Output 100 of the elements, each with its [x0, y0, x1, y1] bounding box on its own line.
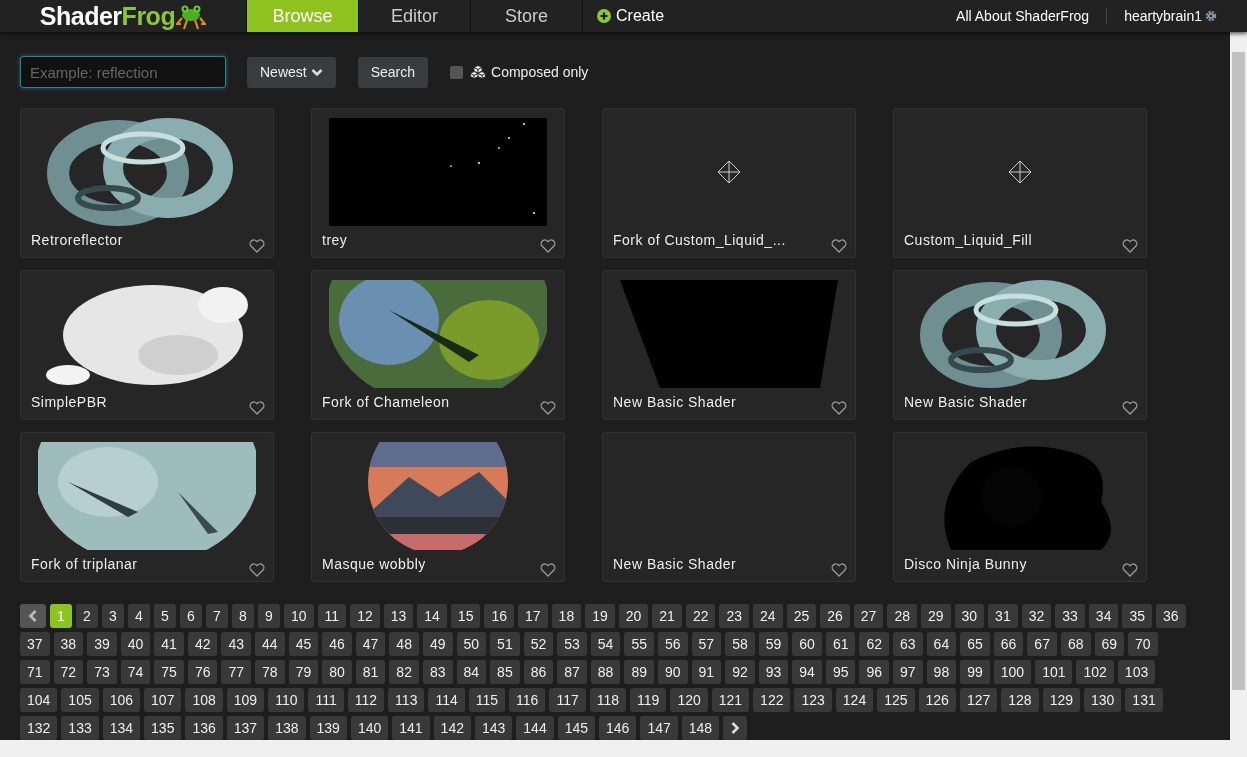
page-button[interactable]: 68 [1060, 632, 1091, 656]
heart-icon[interactable] [249, 239, 265, 253]
page-button[interactable]: 107 [144, 688, 182, 712]
create-link[interactable]: Create [582, 0, 679, 32]
shader-card[interactable]: Masque wobbly [311, 432, 565, 582]
page-button[interactable]: 37 [20, 632, 50, 656]
page-button[interactable]: 38 [53, 632, 84, 656]
page-button[interactable]: 85 [490, 660, 520, 684]
page-button[interactable]: 55 [624, 632, 654, 656]
page-button[interactable]: 42 [187, 632, 218, 656]
next-page-button[interactable] [723, 716, 748, 740]
page-button[interactable]: 11 [317, 604, 347, 628]
shader-card[interactable]: Custom_Liquid_Fill [893, 108, 1147, 258]
checkbox[interactable] [450, 65, 464, 79]
page-button[interactable]: 125 [877, 688, 915, 712]
page-button[interactable]: 84 [456, 660, 487, 684]
page-button[interactable]: 123 [794, 688, 832, 712]
page-button[interactable]: 17 [518, 604, 548, 628]
page-button[interactable]: 64 [926, 632, 957, 656]
page-button[interactable]: 132 [20, 716, 58, 740]
page-button[interactable]: 34 [1088, 604, 1119, 628]
page-button[interactable]: 117 [549, 688, 586, 712]
shader-card[interactable]: SimplePBR [20, 270, 274, 420]
shader-card[interactable]: Retroreflector [20, 108, 274, 258]
page-button[interactable]: 128 [1001, 688, 1039, 712]
page-button[interactable]: 148 [681, 716, 720, 740]
page-button[interactable]: 44 [255, 632, 285, 656]
page-button[interactable]: 36 [1156, 604, 1186, 628]
page-button[interactable]: 96 [859, 660, 890, 684]
page-button[interactable]: 113 [388, 688, 425, 712]
nav-tab[interactable]: Store [470, 0, 582, 32]
header-link[interactable]: All About ShaderFrog [956, 8, 1090, 24]
page-button[interactable]: 127 [959, 688, 998, 712]
page-button[interactable]: 112 [347, 688, 385, 712]
page-button[interactable]: 104 [20, 688, 58, 712]
page-button[interactable]: 145 [557, 716, 596, 740]
nav-tab[interactable]: Editor [358, 0, 470, 32]
page-button[interactable]: 108 [185, 688, 223, 712]
page-button[interactable]: 78 [255, 660, 285, 684]
page-button[interactable]: 124 [835, 688, 874, 712]
page-button[interactable]: 63 [893, 632, 923, 656]
page-button[interactable]: 20 [618, 604, 649, 628]
heart-icon[interactable] [831, 563, 847, 577]
page-button[interactable]: 27 [853, 604, 884, 628]
page-button[interactable]: 101 [1035, 660, 1073, 684]
heart-icon[interactable] [540, 563, 556, 577]
page-button[interactable]: 21 [652, 604, 682, 628]
page-button[interactable]: 70 [1128, 632, 1158, 656]
page-button[interactable]: 12 [350, 604, 380, 628]
previous-page-button[interactable] [20, 604, 46, 628]
page-button[interactable]: 139 [309, 716, 347, 740]
page-button[interactable]: 141 [392, 716, 430, 740]
heart-icon[interactable] [1122, 401, 1138, 415]
page-button[interactable]: 83 [422, 660, 453, 684]
page-button[interactable]: 103 [1117, 660, 1156, 684]
page-button[interactable]: 2 [76, 604, 98, 628]
page-button[interactable]: 8 [232, 604, 254, 628]
page-button[interactable]: 140 [350, 716, 389, 740]
page-button[interactable]: 144 [516, 716, 554, 740]
page-button[interactable]: 22 [685, 604, 716, 628]
page-button[interactable]: 14 [417, 604, 447, 628]
page-button[interactable]: 54 [590, 632, 621, 656]
page-button[interactable]: 40 [120, 632, 151, 656]
page-button[interactable]: 111 [308, 688, 344, 712]
shader-card[interactable]: New Basic Shader [893, 270, 1147, 420]
logo-text[interactable]: ShaderFrog [39, 1, 176, 31]
page-button[interactable]: 32 [1021, 604, 1052, 628]
heart-icon[interactable] [831, 239, 847, 253]
page-button[interactable]: 82 [389, 660, 419, 684]
page-button[interactable]: 105 [61, 688, 99, 712]
page-button[interactable]: 26 [820, 604, 850, 628]
page-button[interactable]: 110 [268, 688, 305, 712]
page-button[interactable]: 47 [355, 632, 386, 656]
page-button[interactable]: 146 [599, 716, 637, 740]
page-button[interactable]: 60 [792, 632, 822, 656]
page-button[interactable]: 88 [590, 660, 621, 684]
page-button[interactable]: 65 [960, 632, 990, 656]
page-button[interactable]: 74 [120, 660, 151, 684]
page-button[interactable]: 59 [758, 632, 789, 656]
sort-dropdown[interactable]: Newest [247, 56, 336, 88]
page-button[interactable]: 133 [61, 716, 99, 740]
page-button[interactable]: 48 [389, 632, 419, 656]
page-button[interactable]: 58 [725, 632, 755, 656]
page-button[interactable]: 138 [268, 716, 306, 740]
user-menu[interactable]: heartybrain1 [1124, 8, 1217, 24]
page-button[interactable]: 131 [1125, 688, 1163, 712]
page-button[interactable]: 50 [456, 632, 487, 656]
page-button[interactable]: 116 [509, 688, 546, 712]
page-button[interactable]: 53 [557, 632, 587, 656]
page-button[interactable]: 29 [920, 604, 951, 628]
page-button[interactable]: 16 [484, 604, 514, 628]
page-button[interactable]: 147 [640, 716, 678, 740]
page-button[interactable]: 109 [226, 688, 265, 712]
page-button[interactable]: 6 [180, 604, 202, 628]
page-button[interactable]: 5 [154, 604, 176, 628]
page-button[interactable]: 15 [450, 604, 481, 628]
page-button[interactable]: 100 [993, 660, 1032, 684]
page-button[interactable]: 51 [490, 632, 520, 656]
page-button[interactable]: 41 [154, 632, 184, 656]
page-button[interactable]: 75 [154, 660, 184, 684]
